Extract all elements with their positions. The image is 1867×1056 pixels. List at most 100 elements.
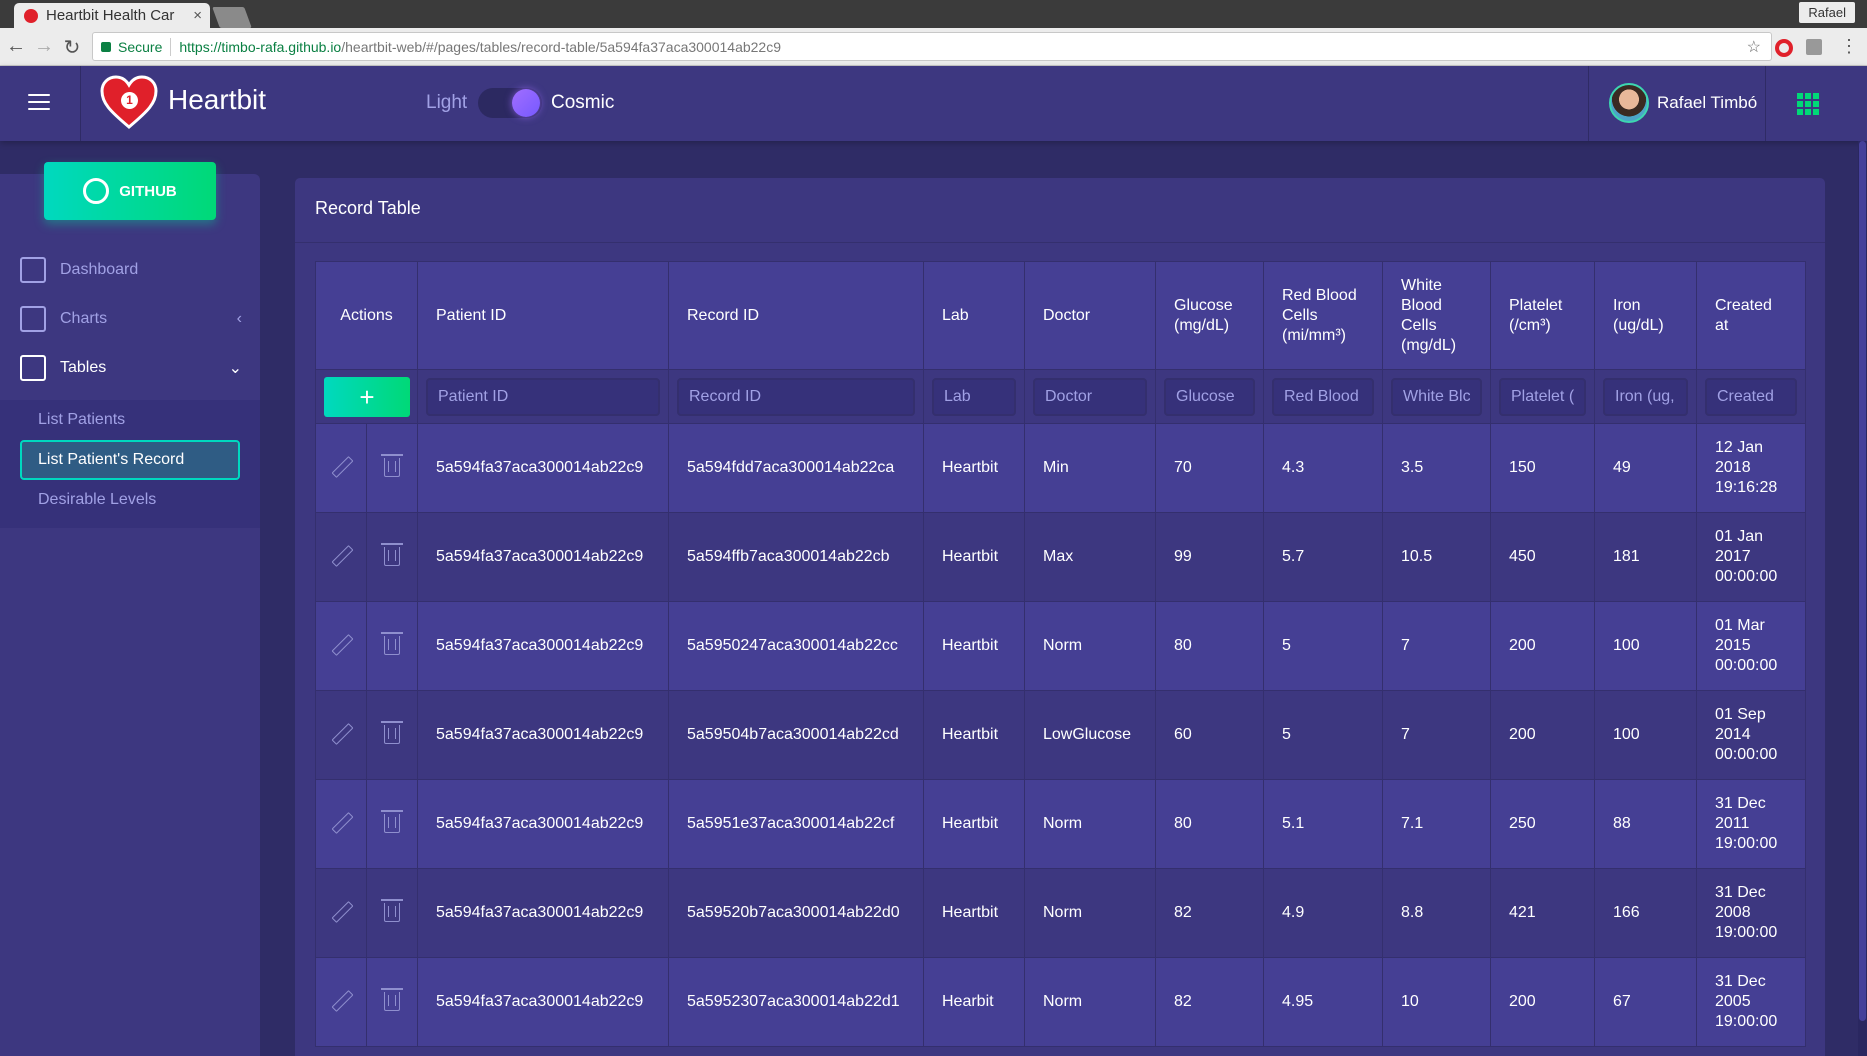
browser-tab-bar: Heartbit Health Car × Rafael — [0, 0, 1867, 28]
header-doctor[interactable]: Doctor — [1024, 261, 1156, 370]
trash-delete-icon[interactable] — [381, 988, 403, 1011]
forward-arrow-icon[interactable]: → — [32, 35, 56, 58]
header-platelet[interactable]: Platelet (/cm³) — [1490, 261, 1595, 370]
add-record-button[interactable]: + — [324, 376, 410, 417]
lab-filter-input[interactable] — [932, 377, 1016, 416]
pencil-edit-icon[interactable] — [331, 634, 351, 654]
extension-icon[interactable] — [1806, 39, 1822, 55]
table-row[interactable]: 5a594fa37aca300014ab22c9 5a5952307aca300… — [315, 957, 1806, 1047]
created-filter-input[interactable] — [1705, 377, 1797, 416]
cell-glucose: 60 — [1155, 690, 1264, 780]
trash-delete-icon[interactable] — [381, 810, 403, 833]
header-lab[interactable]: Lab — [923, 261, 1025, 370]
sidebar-item-tables[interactable]: Tables ⌄ — [0, 344, 260, 392]
edit-cell — [315, 868, 367, 958]
secure-label: Secure — [118, 38, 163, 55]
sidebar-item-list-patients[interactable]: List Patients — [20, 400, 240, 440]
new-tab-button[interactable] — [212, 7, 252, 28]
page-scrollbar[interactable] — [1858, 141, 1867, 1056]
trash-delete-icon[interactable] — [381, 454, 403, 477]
browser-menu-icon[interactable]: ⋮ — [1840, 36, 1858, 56]
reload-icon[interactable]: ↻ — [60, 35, 84, 60]
cell-lab: Heartbit — [923, 423, 1025, 513]
pencil-edit-icon[interactable] — [331, 456, 351, 476]
avatar[interactable] — [1609, 83, 1649, 123]
delete-cell — [366, 423, 418, 513]
scrollbar-thumb[interactable] — [1859, 141, 1866, 1021]
address-bar[interactable]: Secure https://timbo-rafa.github.io /hea… — [92, 32, 1772, 61]
cell-iron: 166 — [1594, 868, 1697, 958]
brand-name[interactable]: Heartbit — [168, 84, 266, 116]
trash-delete-icon[interactable] — [381, 899, 403, 922]
bookmark-star-icon[interactable]: ☆ — [1747, 37, 1761, 57]
cell-record-id: 5a594ffb7aca300014ab22cb — [668, 512, 924, 602]
rbc-filter-input[interactable] — [1272, 377, 1374, 416]
trash-delete-icon[interactable] — [381, 721, 403, 744]
pencil-edit-icon[interactable] — [331, 723, 351, 743]
cell-doctor: Norm — [1024, 779, 1156, 869]
pencil-edit-icon[interactable] — [331, 545, 351, 565]
sidebar-item-desirable-levels[interactable]: Desirable Levels — [20, 480, 240, 520]
header-iron[interactable]: Iron (ug/dL) — [1594, 261, 1697, 370]
opera-extension-icon[interactable] — [1775, 39, 1793, 57]
header-divider — [80, 66, 81, 141]
table-row[interactable]: 5a594fa37aca300014ab22c9 5a594ffb7aca300… — [315, 512, 1806, 602]
heart-logo-icon[interactable]: 1 — [100, 75, 158, 129]
sidebar-item-dashboard[interactable]: Dashboard — [0, 246, 260, 294]
edit-cell — [315, 957, 367, 1047]
sidebar-item-charts[interactable]: Charts ‹ — [0, 295, 260, 343]
doctor-filter-input[interactable] — [1033, 377, 1147, 416]
address-divider — [170, 37, 172, 56]
trash-delete-icon[interactable] — [381, 543, 403, 566]
hamburger-menu-icon[interactable] — [28, 94, 50, 112]
wbc-filter-input[interactable] — [1391, 377, 1482, 416]
header-rbc[interactable]: Red Blood Cells (mi/mm³) — [1263, 261, 1383, 370]
filter-cell — [1696, 369, 1806, 424]
back-arrow-icon[interactable]: ← — [4, 35, 28, 58]
cell-wbc: 3.5 — [1382, 423, 1491, 513]
edit-cell — [315, 423, 367, 513]
iron-filter-input[interactable] — [1603, 377, 1688, 416]
table-row[interactable]: 5a594fa37aca300014ab22c9 5a59504b7aca300… — [315, 690, 1806, 780]
pencil-edit-icon[interactable] — [331, 901, 351, 921]
header-record-id[interactable]: Record ID — [668, 261, 924, 370]
theme-toggle-knob[interactable] — [512, 89, 540, 117]
sidebar-item-list-patients-record[interactable]: List Patient's Record — [20, 440, 240, 480]
filter-row: + — [315, 369, 1806, 424]
table-row[interactable]: 5a594fa37aca300014ab22c9 5a594fdd7aca300… — [315, 423, 1806, 513]
table-row[interactable]: 5a594fa37aca300014ab22c9 5a5950247aca300… — [315, 601, 1806, 691]
header-wbc[interactable]: White Blood Cells (mg/dL) — [1382, 261, 1491, 370]
url-path: /heartbit-web/#/pages/tables/record-tabl… — [341, 38, 782, 55]
pencil-edit-icon[interactable] — [331, 812, 351, 832]
table-row[interactable]: 5a594fa37aca300014ab22c9 5a59520b7aca300… — [315, 868, 1806, 958]
cell-record-id: 5a5952307aca300014ab22d1 — [668, 957, 924, 1047]
close-tab-icon[interactable]: × — [193, 7, 202, 24]
cell-wbc: 8.8 — [1382, 868, 1491, 958]
cell-record-id: 5a594fdd7aca300014ab22ca — [668, 423, 924, 513]
cell-platelet: 250 — [1490, 779, 1595, 869]
heart-favicon-icon — [24, 8, 38, 23]
apps-grid-icon[interactable] — [1797, 93, 1819, 115]
patient-id-filter-input[interactable] — [426, 377, 660, 416]
header-glucose[interactable]: Glucose (mg/dL) — [1155, 261, 1264, 370]
theme-toggle[interactable] — [478, 88, 542, 118]
pencil-edit-icon[interactable] — [331, 990, 351, 1010]
header-created[interactable]: Created at — [1696, 261, 1806, 370]
table-row[interactable]: 5a594fa37aca300014ab22c9 5a5951e37aca300… — [315, 779, 1806, 869]
platelet-filter-input[interactable] — [1499, 377, 1586, 416]
cell-iron: 100 — [1594, 690, 1697, 780]
delete-cell — [366, 779, 418, 869]
filter-cell — [1594, 369, 1697, 424]
logo-badge: 1 — [121, 92, 138, 109]
filter-cell — [1490, 369, 1595, 424]
cell-wbc: 10.5 — [1382, 512, 1491, 602]
record-id-filter-input[interactable] — [677, 377, 915, 416]
user-name[interactable]: Rafael Timbó — [1657, 93, 1757, 113]
browser-profile-button[interactable]: Rafael — [1799, 2, 1855, 23]
trash-delete-icon[interactable] — [381, 632, 403, 655]
github-button[interactable]: GITHUB — [44, 162, 216, 220]
glucose-filter-input[interactable] — [1164, 377, 1255, 416]
browser-tab[interactable]: Heartbit Health Car × — [14, 3, 210, 28]
header-patient-id[interactable]: Patient ID — [417, 261, 669, 370]
cell-glucose: 70 — [1155, 423, 1264, 513]
